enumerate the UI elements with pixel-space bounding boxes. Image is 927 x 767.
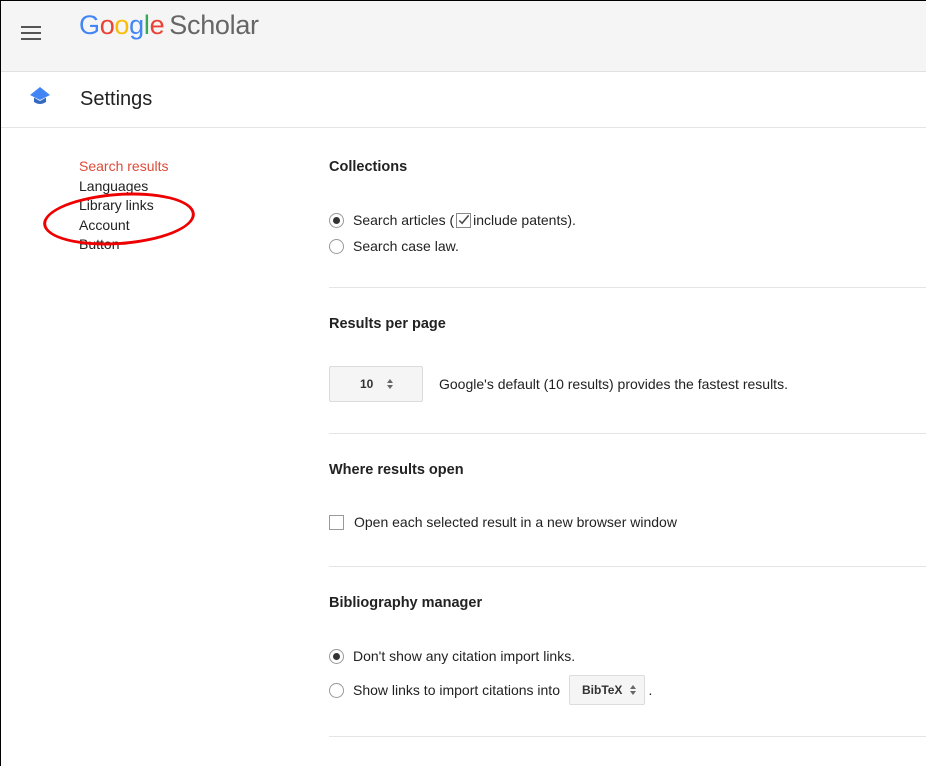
include-patents-checkbox[interactable] [456, 212, 472, 228]
import-citations-option[interactable]: Show links to import citations into BibT… [329, 675, 652, 705]
checkmark-icon [458, 214, 470, 225]
citation-format-select[interactable]: BibTeX [568, 675, 646, 705]
top-bar: Google Scholar [1, 1, 926, 72]
page-title: Settings [80, 88, 153, 110]
no-citation-links-radio[interactable] [329, 648, 344, 664]
sidebar-item-button[interactable]: Button [79, 235, 168, 255]
where-results-open-title: Where results open [329, 462, 464, 478]
results-per-page-title: Results per page [329, 316, 446, 332]
hamburger-icon[interactable] [21, 26, 41, 40]
divider [329, 433, 926, 434]
logo-suffix: Scholar [169, 10, 259, 40]
collections-title: Collections [329, 159, 408, 175]
google-scholar-logo[interactable]: Google Scholar [79, 10, 259, 41]
divider [329, 736, 926, 737]
divider [329, 566, 926, 567]
results-per-page-note: Google's default (10 results) provides t… [439, 376, 788, 392]
select-arrows-icon [387, 379, 394, 389]
sidebar-item-languages[interactable]: Languages [79, 177, 168, 197]
settings-nav: Search results Languages Library links A… [79, 157, 168, 255]
search-articles-option[interactable]: Search articles ( include patents). [329, 212, 576, 228]
new-window-checkbox[interactable] [329, 514, 344, 530]
divider [329, 287, 926, 288]
no-citation-links-option[interactable]: Don't show any citation import links. [329, 648, 575, 664]
sidebar-item-account[interactable]: Account [79, 216, 168, 236]
settings-header: Settings [1, 72, 926, 128]
search-case-law-radio[interactable] [329, 238, 344, 254]
sidebar-item-search-results[interactable]: Search results [79, 157, 168, 177]
results-per-page-select[interactable]: 10 [329, 366, 423, 402]
bibliography-manager-title: Bibliography manager [329, 595, 483, 611]
search-articles-radio[interactable] [329, 212, 344, 228]
new-window-option[interactable]: Open each selected result in a new brows… [329, 514, 677, 530]
import-citations-radio[interactable] [329, 682, 344, 698]
graduation-cap-icon [30, 87, 50, 104]
results-per-page-row: 10 Google's default (10 results) provide… [329, 366, 788, 402]
select-arrows-icon [630, 685, 637, 695]
search-case-law-option[interactable]: Search case law. [329, 238, 459, 254]
page-frame: Google Scholar Settings Search results La… [0, 0, 926, 766]
sidebar-item-library-links[interactable]: Library links [79, 196, 168, 216]
